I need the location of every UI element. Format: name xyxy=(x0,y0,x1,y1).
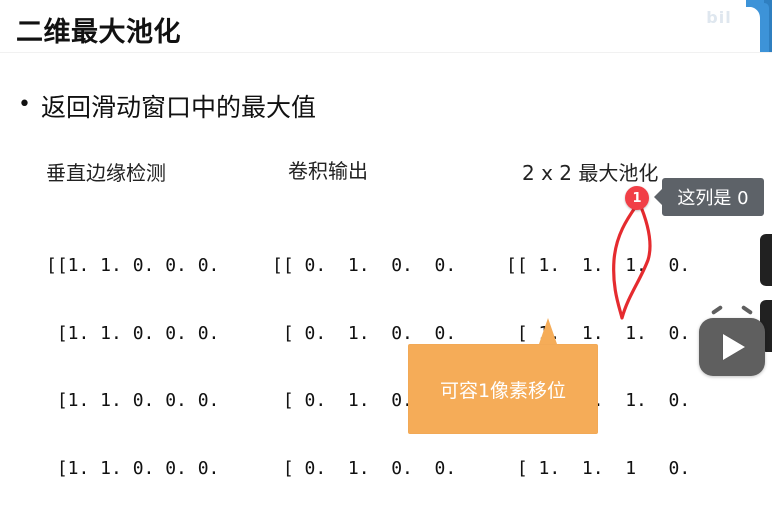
play-icon xyxy=(723,334,745,360)
logo-text: bil xyxy=(706,7,732,27)
matrix-row-2: [ 1. 1. 1. 0. xyxy=(506,322,691,344)
page-title: 二维最大池化 xyxy=(16,17,181,48)
matrix-row-4: [ 1. 1. 1 0. xyxy=(506,457,691,479)
matrix-row-3: [1. 1. 0. 0. 0. xyxy=(46,390,220,411)
matrix-row-2: [ 0. 1. 0. 0. xyxy=(272,322,457,344)
annotation-tooltip: 这列是 0 xyxy=(654,178,764,216)
matrix-row-1: [[1. 1. 0. 0. 0. xyxy=(46,255,220,276)
logo-corner-icon xyxy=(744,0,772,52)
bullet-dot-icon: • xyxy=(18,92,31,117)
matrix-row-1: [[ 1. 1. 1. 0. xyxy=(506,255,691,276)
matrix-row-4: [ 0. 1. 0. 0. xyxy=(272,457,457,479)
section-title-convolution: 卷积输出 xyxy=(288,159,368,183)
matrix-vertical-edge: [[1. 1. 0. 0. 0. [1. 1. 0. 0. 0. [1. 1. … xyxy=(46,210,219,525)
bullet-point: • 返回滑动窗口中的最大值 xyxy=(18,88,316,124)
annotation-badge: 1 xyxy=(625,186,649,210)
matrix-row-1: [[ 0. 1. 0. 0. xyxy=(272,255,457,276)
bullet-text: 返回滑动窗口中的最大值 xyxy=(40,93,316,122)
tv-play-button[interactable] xyxy=(699,318,765,376)
section-title-vertical-edge: 垂直边缘检测 xyxy=(46,161,166,185)
header-divider xyxy=(0,52,772,53)
section-title-max-pooling: 2 x 2 最大池化 xyxy=(522,161,659,185)
right-edge-tab-top xyxy=(760,234,772,286)
slide-canvas: 二维最大池化 • 返回滑动窗口中的最大值 垂直边缘检测 卷积输出 2 x 2 最… xyxy=(0,0,772,479)
matrix-row-2: [1. 1. 0. 0. 0. xyxy=(46,322,220,344)
orange-note-bubble: 可容1像素移位 xyxy=(408,318,598,434)
matrix-row-4: [1. 1. 0. 0. 0. xyxy=(46,457,220,479)
